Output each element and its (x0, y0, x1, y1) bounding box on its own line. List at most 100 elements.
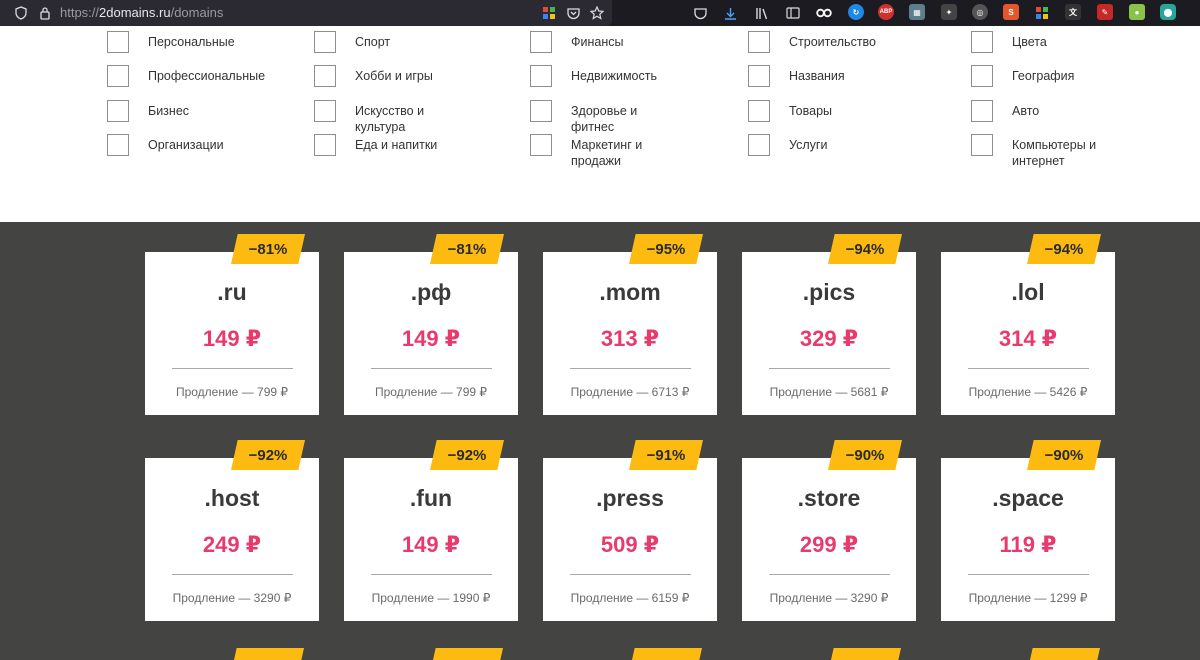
category-checkbox[interactable] (971, 31, 993, 53)
category-checkbox[interactable] (314, 134, 336, 156)
renewal-price: Продление — 799 ₽ (374, 385, 488, 399)
category-checkbox[interactable] (971, 134, 993, 156)
category-checkbox[interactable] (107, 65, 129, 87)
renewal-price: Продление — 5426 ₽ (968, 385, 1088, 399)
category-checkbox[interactable] (530, 134, 552, 156)
adblock-icon[interactable]: ABP (878, 4, 894, 20)
url-bar[interactable]: https://2domains.ru/domains (0, 0, 612, 26)
domain-card[interactable]: −92% .fun 149 ₽ Продление — 1990 ₽ (344, 440, 518, 621)
renewal-price: Продление — 1990 ₽ (371, 591, 491, 605)
domain-card[interactable]: −92% .host 249 ₽ Продление — 3290 ₽ (145, 440, 319, 621)
color-grid-extension-icon[interactable] (1033, 4, 1051, 22)
picture-extension-icon[interactable]: ▦ (909, 4, 925, 20)
category-checkbox[interactable] (107, 100, 129, 122)
shield-icon[interactable] (12, 4, 30, 22)
category-option[interactable]: Организации (107, 134, 248, 156)
domain-zone: .lol (1011, 279, 1045, 305)
category-checkbox[interactable] (314, 100, 336, 122)
category-option[interactable]: Еда и напитки (314, 134, 455, 156)
category-checkbox[interactable] (971, 65, 993, 87)
domain-price: 314 ₽ (998, 326, 1058, 351)
category-label: Компьютеры и интернет (1012, 138, 1097, 168)
card-divider (968, 368, 1089, 369)
category-option[interactable]: Компьютеры и интернет (971, 134, 1112, 169)
domain-price: 329 ₽ (799, 326, 859, 351)
sparkle-extension-icon[interactable]: ✦ (941, 4, 957, 20)
globe-icon[interactable]: ◎ (972, 4, 988, 20)
grid-extension-icon[interactable] (540, 4, 558, 22)
download-icon[interactable] (721, 4, 739, 22)
category-label: География (1012, 69, 1075, 83)
category-checkbox[interactable] (748, 134, 770, 156)
category-label: Организации (148, 138, 224, 152)
notification-extension-icon[interactable]: ● (1129, 4, 1145, 20)
domain-card[interactable]: −94% .lol 314 ₽ Продление — 5426 ₽ (941, 234, 1115, 415)
category-option[interactable]: Финансы (530, 31, 671, 53)
domain-card[interactable]: −81% .рф 149 ₽ Продление — 799 ₽ (344, 234, 518, 415)
category-option[interactable]: Маркетинг и продажи (530, 134, 671, 169)
category-label: Товары (789, 104, 832, 118)
discount-badge: −90% (828, 440, 902, 470)
category-checkbox[interactable] (107, 134, 129, 156)
category-option[interactable]: Цвета (971, 31, 1112, 53)
domain-card[interactable]: −91% .press 509 ₽ Продление — 6159 ₽ (543, 440, 717, 621)
pen-extension-icon[interactable]: ✎ (1097, 4, 1113, 20)
domain-price: 249 ₽ (202, 532, 262, 557)
category-option[interactable]: Названия (748, 65, 889, 87)
pocket-icon[interactable] (564, 4, 582, 22)
category-label: Профессиональные (148, 69, 266, 83)
category-checkbox[interactable] (748, 31, 770, 53)
category-option[interactable]: Хобби и игры (314, 65, 455, 87)
url-text[interactable]: https://2domains.ru/domains (60, 5, 223, 20)
map-pin-extension-icon[interactable]: ⬤ (1160, 4, 1176, 20)
mask-extension-icon[interactable] (815, 4, 833, 22)
s-extension-icon[interactable]: S (1003, 4, 1019, 20)
category-checkbox[interactable] (748, 100, 770, 122)
renewal-price: Продление — 6159 ₽ (570, 591, 690, 605)
category-option[interactable]: География (971, 65, 1112, 87)
category-label: Искусство и культура (355, 104, 425, 134)
category-checkbox[interactable] (314, 65, 336, 87)
category-checkbox[interactable] (530, 100, 552, 122)
category-option[interactable]: Авто (971, 100, 1112, 122)
category-option[interactable]: Строительство (748, 31, 889, 53)
category-option[interactable]: Услуги (748, 134, 889, 156)
bookmark-star-icon[interactable] (588, 4, 606, 22)
category-option[interactable]: Спорт (314, 31, 455, 53)
domain-card[interactable]: −95% .mom 313 ₽ Продление — 6713 ₽ (543, 234, 717, 415)
category-checkbox[interactable] (748, 65, 770, 87)
refresh-extension-icon[interactable]: ↻ (848, 4, 864, 20)
pocket-save-icon[interactable] (691, 4, 709, 22)
category-option[interactable]: Недвижимость (530, 65, 671, 87)
category-option[interactable]: Персональные (107, 31, 248, 53)
category-label: Названия (789, 69, 845, 83)
browser-toolbar: https://2domains.ru/domains ↻ ABP ▦ ✦ ◎ … (0, 0, 1200, 26)
discount-badge: −94% (828, 234, 902, 264)
domain-card[interactable]: −94% .pics 329 ₽ Продление — 5681 ₽ (742, 234, 916, 415)
translate-icon[interactable]: 文 (1065, 4, 1081, 20)
domain-zone: .рф (410, 279, 452, 305)
category-option[interactable]: Профессиональные (107, 65, 266, 87)
category-checkbox[interactable] (971, 100, 993, 122)
renewal-price: Продление — 6713 ₽ (570, 385, 690, 399)
lock-icon[interactable] (36, 4, 54, 22)
domain-card[interactable]: −90% .store 299 ₽ Продление — 3290 ₽ (742, 440, 916, 621)
domain-zone: .pics (802, 279, 856, 305)
renewal-price: Продление — 3290 ₽ (172, 591, 292, 605)
category-option[interactable]: Бизнес (107, 100, 248, 122)
domain-card[interactable]: −81% .ru 149 ₽ Продление — 799 ₽ (145, 234, 319, 415)
category-checkbox[interactable] (530, 31, 552, 53)
category-option[interactable]: Искусство и культура (314, 100, 455, 135)
sidebar-icon[interactable] (784, 4, 802, 22)
category-label: Строительство (789, 35, 876, 49)
category-option[interactable]: Товары (748, 100, 889, 122)
domains-section: −81% .ru 149 ₽ Продление — 799 ₽ −81% .рф 149 … (0, 222, 1200, 660)
domain-card[interactable]: −90% .space 119 ₽ Продление — 1299 ₽ (941, 440, 1115, 621)
category-checkbox[interactable] (530, 65, 552, 87)
domain-zone: .fun (409, 485, 453, 511)
category-checkbox[interactable] (314, 31, 336, 53)
partial-discount-badge (628, 648, 702, 660)
category-checkbox[interactable] (107, 31, 129, 53)
category-option[interactable]: Здоровье и фитнес (530, 100, 671, 135)
library-icon[interactable] (753, 4, 771, 22)
